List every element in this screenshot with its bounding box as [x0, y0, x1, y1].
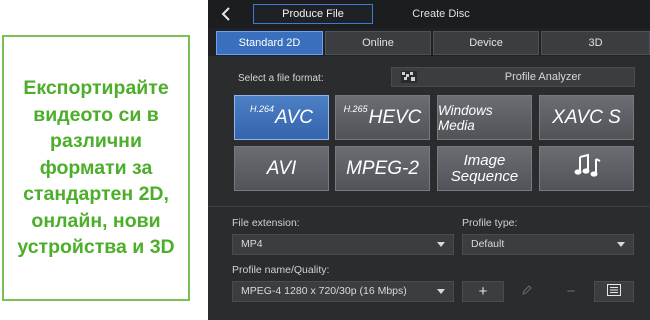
format-image-sequence-line1: Image	[463, 151, 506, 169]
music-notes-icon	[572, 153, 602, 184]
format-hevc-button[interactable]: H.265 HEVC	[335, 95, 430, 140]
format-windows-media-label: Windows Media	[438, 102, 493, 133]
minus-icon: −	[566, 283, 576, 300]
chevron-down-icon	[437, 289, 445, 294]
content-panel: Select a file format: Profile Analyzer H…	[208, 56, 650, 320]
format-windows-media-button[interactable]: Windows Media	[437, 95, 532, 140]
file-extension-value: MP4	[241, 238, 263, 250]
profile-details-button[interactable]	[594, 281, 634, 302]
format-avc-button[interactable]: H.264 AVC	[234, 95, 329, 140]
format-avc-label: AVC	[275, 106, 314, 128]
format-xavc-s-label: XAVC S	[552, 106, 621, 128]
format-audio-button[interactable]	[539, 146, 634, 191]
screenshot-root: Експортирайте видеото си в различни форм…	[0, 0, 650, 320]
format-image-sequence-button[interactable]: Image Sequence	[437, 146, 532, 191]
chevron-down-icon	[437, 242, 445, 247]
tab-online[interactable]: Online	[325, 31, 431, 55]
profile-analyzer-icon	[401, 71, 417, 83]
profile-analyzer-button[interactable]: Profile Analyzer	[391, 67, 635, 87]
file-extension-select[interactable]: MP4	[232, 234, 454, 255]
select-format-label: Select a file format:	[238, 73, 324, 84]
top-bar: Produce File Create Disc	[208, 0, 650, 28]
format-avi-label: AVI	[266, 157, 297, 179]
pencil-icon	[521, 283, 533, 300]
file-extension-label: File extension:	[232, 217, 300, 229]
produce-window: Produce File Create Disc Standard 2D Onl…	[208, 0, 650, 320]
format-hevc-codec: H.265	[343, 103, 368, 114]
plus-icon: +	[478, 283, 488, 300]
format-avi-button[interactable]: AVI	[234, 146, 329, 191]
chevron-down-icon	[617, 242, 625, 247]
profile-analyzer-label: Profile Analyzer	[504, 71, 582, 83]
chevron-left-icon	[220, 4, 240, 24]
tab-produce-file[interactable]: Produce File	[253, 4, 373, 24]
format-image-sequence-label: Image Sequence	[450, 151, 519, 185]
tab-device[interactable]: Device	[433, 31, 539, 55]
format-image-sequence-line2: Sequence	[450, 167, 519, 185]
back-button[interactable]	[220, 4, 240, 24]
format-mpeg2-button[interactable]: MPEG-2	[335, 146, 430, 191]
format-mpeg2-label: MPEG-2	[346, 157, 419, 179]
format-category-tabs: Standard 2D Online Device 3D	[208, 28, 650, 56]
tab-standard-2d[interactable]: Standard 2D	[216, 31, 323, 55]
remove-profile-button[interactable]: −	[552, 281, 590, 302]
profile-name-label: Profile name/Quality:	[232, 264, 330, 276]
profile-type-select[interactable]: Default	[462, 234, 634, 255]
edit-profile-button[interactable]	[508, 281, 546, 302]
profile-quality-select[interactable]: MPEG-4 1280 x 720/30p (16 Mbps)	[232, 281, 454, 302]
profile-type-value: Default	[471, 238, 505, 250]
format-xavc-s-button[interactable]: XAVC S	[539, 95, 634, 140]
tab-create-disc[interactable]: Create Disc	[396, 4, 486, 24]
format-hevc-label: HEVC	[368, 106, 422, 128]
format-avc-codec: H.264	[249, 103, 274, 114]
list-details-icon	[607, 283, 621, 300]
profile-type-label: Profile type:	[462, 217, 518, 229]
profile-quality-value: MPEG-4 1280 x 720/30p (16 Mbps)	[241, 285, 407, 297]
add-profile-button[interactable]: +	[462, 281, 504, 302]
tab-3d[interactable]: 3D	[541, 31, 650, 55]
callout-box: Експортирайте видеото си в различни форм…	[2, 35, 190, 301]
section-divider	[208, 206, 650, 207]
callout-text: Експортирайте видеото си в различни форм…	[17, 77, 175, 259]
